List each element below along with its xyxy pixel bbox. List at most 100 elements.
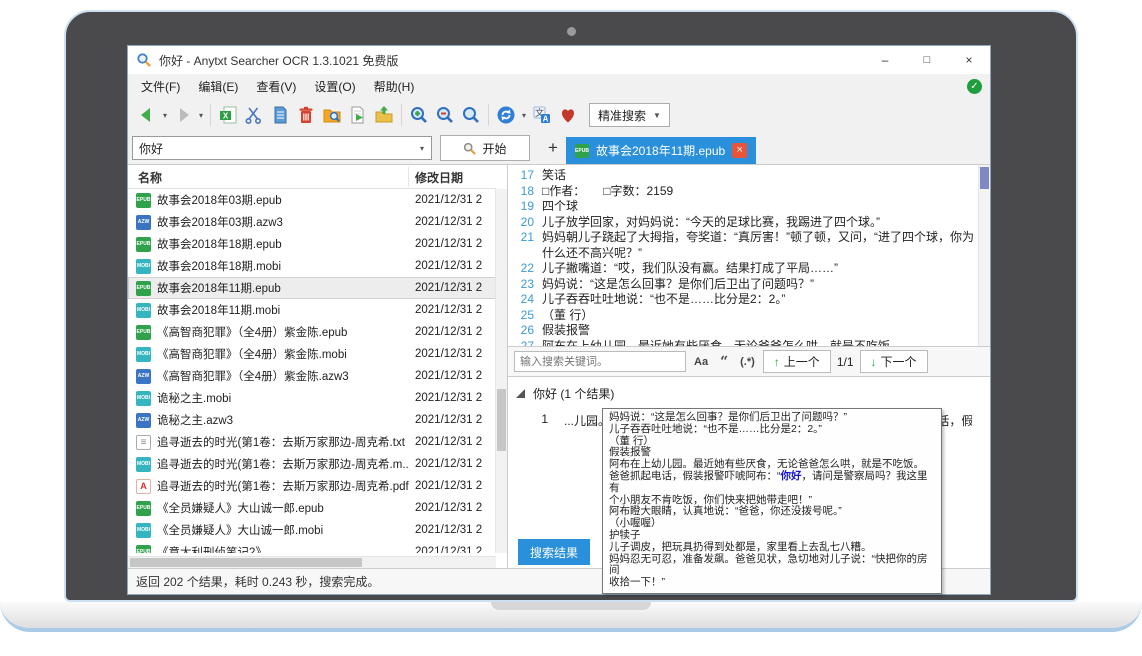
file-list-header: 名称 修改日期 (128, 165, 496, 189)
start-search-button[interactable]: 开始 (440, 135, 530, 161)
azw3-file-icon (136, 369, 151, 384)
zoom-out-button[interactable] (432, 102, 458, 128)
refresh-index-button[interactable] (493, 102, 519, 128)
magnifier-icon (463, 142, 476, 155)
copy-document-button[interactable] (267, 102, 293, 128)
tab-search-results[interactable]: 搜索结果 (518, 539, 590, 565)
txt-file-icon (136, 435, 151, 450)
find-keyword-input[interactable] (514, 351, 686, 372)
open-folder-button[interactable] (371, 102, 397, 128)
delete-trash-icon (296, 105, 316, 125)
file-row-selected[interactable]: 故事会2018年11期.epub2021/12/31 2 (128, 277, 496, 299)
forward-dropdown-icon[interactable]: ▾ (196, 111, 206, 120)
zoom-in-icon (409, 105, 429, 125)
file-row[interactable]: 故事会2018年18期.mobi2021/12/31 2 (128, 255, 496, 277)
search-combo: ▾ (132, 136, 432, 160)
cut-scissors-icon (244, 105, 264, 125)
search-input[interactable] (133, 141, 417, 155)
document-line: 23妈妈说：“这是怎么回事？是你们后卫出了问题吗？” (508, 277, 974, 293)
export-file-icon (348, 105, 368, 125)
column-header-date[interactable]: 修改日期 (415, 169, 463, 186)
forward-button[interactable] (170, 102, 196, 128)
document-line: 24儿子吞吞吐吐地说：“也不是……比分是2：2。” (508, 292, 974, 308)
next-match-button[interactable]: ↓ 下一个 (860, 350, 928, 373)
document-line: 27阿布在上幼儿园。最近她有些厌食，无论爸爸怎么哄，就是不吃饭。 (508, 339, 974, 348)
match-case-button[interactable]: Aa (690, 356, 712, 368)
whole-word-button[interactable]: “ (716, 357, 732, 367)
epub-file-icon (136, 545, 151, 554)
close-button[interactable]: × (948, 46, 990, 74)
cut-button[interactable] (241, 102, 267, 128)
tooltip-line: （董 行） (609, 436, 935, 448)
zoom-reset-button[interactable] (458, 102, 484, 128)
delete-button[interactable] (293, 102, 319, 128)
file-row[interactable]: 《高智商犯罪》（全4册）紫金陈.mobi2021/12/31 2 (128, 343, 496, 365)
menu-item-help[interactable]: 帮助(H) (365, 78, 424, 95)
donate-heart-icon (558, 105, 578, 125)
regex-button[interactable]: (.*) (736, 356, 759, 368)
file-rows: 故事会2018年03期.epub2021/12/31 2 故事会2018年03期… (128, 189, 496, 553)
file-row[interactable]: 故事会2018年18期.epub2021/12/31 2 (128, 233, 496, 255)
refresh-dropdown-icon[interactable]: ▾ (519, 111, 529, 120)
translate-button[interactable]: 文A (529, 102, 555, 128)
maximize-button[interactable]: □ (906, 46, 948, 74)
file-row[interactable]: 追寻逝去的时光(第1卷：去斯万家那边-周克希.txt2021/12/31 2 (128, 431, 496, 453)
tooltip-line: 妈妈忍无可忍，准备发飙。爸爸见状，急切地对儿子说：“快把你的房间 (609, 554, 935, 578)
file-row[interactable]: 故事会2018年03期.azw32021/12/31 2 (128, 211, 496, 233)
combo-dropdown-icon[interactable]: ▾ (417, 144, 427, 153)
scrollbar-thumb[interactable] (497, 389, 506, 451)
menu-item-settings[interactable]: 设置(O) (305, 78, 364, 95)
zoom-out-icon (435, 105, 455, 125)
search-mode-label: 精准搜索 (598, 107, 646, 124)
pdf-file-icon (136, 479, 151, 494)
search-folder-button[interactable] (319, 102, 345, 128)
column-divider[interactable] (408, 167, 409, 187)
new-search-tab-button[interactable]: + (540, 135, 566, 161)
mobi-file-icon (136, 347, 151, 362)
file-row[interactable]: 追寻逝去的时光(第1卷：去斯万家那边-周克希.pdf2021/12/31 2 (128, 475, 496, 497)
menu-item-file[interactable]: 文件(F) (132, 78, 189, 95)
export-file-button[interactable] (345, 102, 371, 128)
file-list-vertical-scrollbar[interactable] (495, 189, 507, 553)
file-row[interactable]: 故事会2018年11期.mobi2021/12/31 2 (128, 299, 496, 321)
forward-icon (173, 105, 193, 125)
laptop-camera-icon (567, 27, 576, 36)
document-tab[interactable]: 故事会2018年11期.epub × (566, 137, 756, 164)
toolbar-separator (210, 104, 211, 126)
result-group-row[interactable]: 你好 (1 个结果) (508, 377, 990, 402)
file-row[interactable]: 《高智商犯罪》（全4册）紫金陈.azw32021/12/31 2 (128, 365, 496, 387)
toolbar-separator (488, 104, 489, 126)
file-row[interactable]: 诡秘之主.mobi2021/12/31 2 (128, 387, 496, 409)
next-label: 下一个 (881, 353, 917, 370)
file-row[interactable]: 追寻逝去的时光(第1卷：去斯万家那边-周克希.m...2021/12/31 2 (128, 453, 496, 475)
document-vertical-scrollbar[interactable] (978, 165, 990, 347)
minimize-button[interactable]: – (864, 46, 906, 74)
document-tab-label: 故事会2018年11期.epub (596, 142, 725, 159)
status-text: 返回 202 个结果，耗时 0.243 秒，搜索完成。 (136, 573, 379, 590)
window-title: 你好 - Anytxt Searcher OCR 1.3.1021 免费版 (159, 52, 398, 69)
donate-button[interactable] (555, 102, 581, 128)
file-row[interactable]: 诡秘之主.azw32021/12/31 2 (128, 409, 496, 431)
chevron-down-icon: ▼ (653, 111, 661, 120)
column-header-name[interactable]: 名称 (138, 169, 162, 186)
file-list-horizontal-scrollbar[interactable] (128, 556, 496, 568)
menu-item-view[interactable]: 查看(V) (247, 78, 305, 95)
expander-triangle-icon[interactable] (516, 389, 525, 398)
file-row[interactable]: 《全员嫌疑人》大山诚一郎.epub2021/12/31 2 (128, 497, 496, 519)
menu-item-edit[interactable]: 编辑(E) (189, 78, 247, 95)
previous-match-button[interactable]: ↑ 上一个 (763, 350, 831, 373)
file-row[interactable]: 故事会2018年03期.epub2021/12/31 2 (128, 189, 496, 211)
back-button[interactable] (134, 102, 160, 128)
search-mode-dropdown[interactable]: 精准搜索 ▼ (589, 103, 670, 127)
document-line: 17笑话 (508, 168, 974, 184)
scrollbar-thumb[interactable] (130, 558, 362, 567)
file-row[interactable]: 《全员嫌疑人》大山诚一郎.mobi2021/12/31 2 (128, 519, 496, 541)
export-excel-button[interactable]: X (215, 102, 241, 128)
back-dropdown-icon[interactable]: ▾ (160, 111, 170, 120)
epub-file-icon (136, 501, 151, 516)
zoom-in-button[interactable] (406, 102, 432, 128)
scrollbar-thumb[interactable] (980, 167, 989, 189)
file-row[interactable]: 《高智商犯罪》（全4册）紫金陈.epub2021/12/31 2 (128, 321, 496, 343)
tab-close-icon[interactable]: × (732, 143, 747, 158)
file-row[interactable]: 《意大利刑侦笔记2》2021/12/31 2 (128, 541, 496, 553)
